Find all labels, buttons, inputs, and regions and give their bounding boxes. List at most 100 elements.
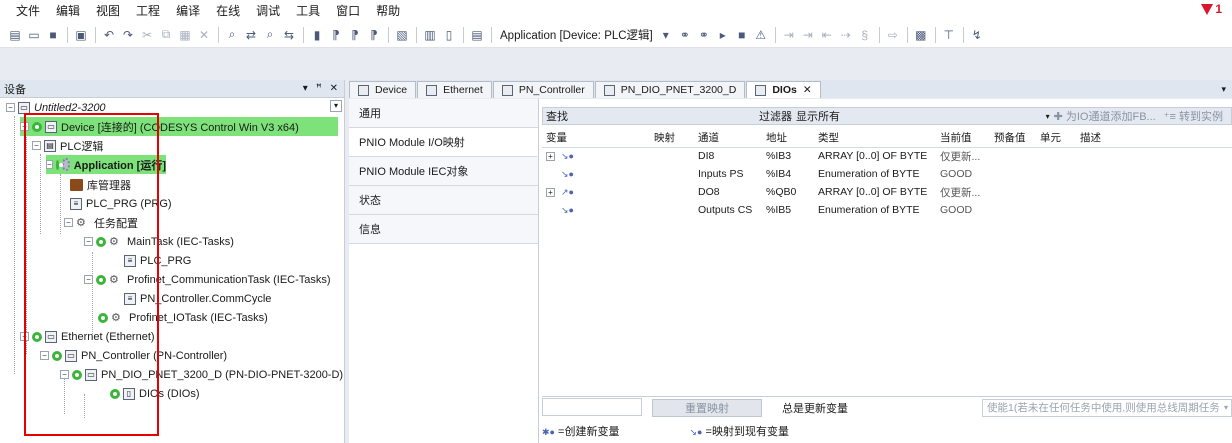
alarm-indicator[interactable]: 1 bbox=[1201, 2, 1222, 16]
col-unit[interactable]: 单元 bbox=[1036, 129, 1076, 148]
write-values-icon[interactable]: ⇨ bbox=[884, 26, 902, 44]
copy-icon[interactable]: ⧉ bbox=[157, 26, 175, 44]
variable-cell[interactable]: + ↘● bbox=[542, 147, 650, 165]
tree-scroll-icon[interactable]: ▾ bbox=[330, 100, 342, 112]
stop-icon[interactable]: ■ bbox=[733, 26, 751, 44]
tab-pn-controller[interactable]: PN_Controller bbox=[492, 81, 594, 98]
vtab-information[interactable]: 信息 bbox=[349, 215, 538, 244]
collapse-icon[interactable]: − bbox=[32, 141, 41, 150]
prepared-value-cell[interactable] bbox=[990, 201, 1036, 219]
print-icon[interactable]: ▣ bbox=[72, 26, 90, 44]
tab-dios[interactable]: DIOs ✕ bbox=[746, 81, 821, 98]
build-icon[interactable]: ▥ bbox=[421, 26, 439, 44]
table-row[interactable]: + ↗● DO8 %QB0 ARRAY [0..0] OF BYTE 仅更新... bbox=[542, 183, 1232, 201]
tree-node-pn-controller[interactable]: − ▭ PN_Controller (PN-Controller) bbox=[40, 346, 227, 365]
force-values-icon[interactable]: ▩ bbox=[912, 26, 930, 44]
step-out-icon[interactable]: ⇤ bbox=[818, 26, 836, 44]
menu-build[interactable]: 编译 bbox=[168, 0, 208, 22]
menu-project[interactable]: 工程 bbox=[128, 0, 168, 22]
always-update-select[interactable]: 使能1(若未在任何任务中使用,则使用总线周期任务 ▾ bbox=[982, 398, 1232, 417]
search-field[interactable] bbox=[542, 398, 642, 416]
col-description[interactable]: 描述 bbox=[1076, 129, 1232, 148]
bookmark-next-icon[interactable]: ⁋ bbox=[327, 26, 345, 44]
col-variable[interactable]: 变量 bbox=[542, 129, 650, 148]
scan-network-icon[interactable]: ↯ bbox=[968, 26, 986, 44]
table-row[interactable]: + ↘● DI8 %IB3 ARRAY [0..0] OF BYTE 仅更新... bbox=[542, 147, 1232, 165]
collapse-icon[interactable]: − bbox=[84, 275, 93, 284]
find-prev-icon[interactable]: ⇆ bbox=[280, 26, 298, 44]
tab-pn-dio[interactable]: PN_DIO_PNET_3200_D bbox=[594, 81, 746, 98]
find-icon[interactable]: ⌕ bbox=[223, 26, 241, 44]
tree-node-dios[interactable]: ▯ DIOs (DIOs) bbox=[110, 384, 200, 403]
goto-instance-button[interactable]: ⁺≡ 转到实例 bbox=[1164, 108, 1223, 124]
tree-node-plc-prg[interactable]: ≡ PLC_PRG (PRG) bbox=[70, 194, 172, 213]
cut-icon[interactable]: ✂ bbox=[138, 26, 156, 44]
tree-node-task-config[interactable]: − ⚙ 任务配置 bbox=[64, 213, 138, 232]
start-icon[interactable]: ▸ bbox=[714, 26, 732, 44]
tree-node-maintask[interactable]: − ⚙ MainTask (IEC-Tasks) bbox=[84, 232, 234, 251]
logout-icon[interactable]: ⚭ bbox=[695, 26, 713, 44]
find-next-icon[interactable]: ⌕ bbox=[261, 26, 279, 44]
tree-node-profinet-comm-task[interactable]: − ⚙ Profinet_CommunicationTask (IEC-Task… bbox=[84, 270, 331, 289]
collapse-icon[interactable]: − bbox=[40, 351, 49, 360]
collapse-icon[interactable]: − bbox=[60, 370, 69, 379]
tab-overflow-icon[interactable]: ▾ bbox=[1221, 84, 1232, 95]
unforce-icon[interactable]: ⊤ bbox=[940, 26, 958, 44]
menu-file[interactable]: 文件 bbox=[8, 0, 48, 22]
collapse-icon[interactable]: − bbox=[20, 122, 29, 131]
breakpoint-icon[interactable]: § bbox=[856, 26, 874, 44]
menu-online[interactable]: 在线 bbox=[208, 0, 248, 22]
col-channel[interactable]: 通道 bbox=[694, 129, 762, 148]
tab-ethernet[interactable]: Ethernet bbox=[417, 81, 492, 98]
variable-cell[interactable]: ↘● bbox=[542, 165, 650, 183]
bookmark-clear-icon[interactable]: ⁋ bbox=[365, 26, 383, 44]
tree-node-ethernet[interactable]: − ▭ Ethernet (Ethernet) bbox=[20, 327, 155, 346]
new-project-icon[interactable]: ▤ bbox=[6, 26, 24, 44]
replace-icon[interactable]: ⇄ bbox=[242, 26, 260, 44]
menu-debug[interactable]: 调试 bbox=[248, 0, 288, 22]
menu-view[interactable]: 视图 bbox=[88, 0, 128, 22]
step-into-icon[interactable]: ⇥ bbox=[799, 26, 817, 44]
collapse-icon[interactable]: − bbox=[20, 332, 29, 341]
collapse-icon[interactable]: − bbox=[64, 218, 73, 227]
filter-dropdown-icon[interactable]: ▾ bbox=[1046, 112, 1050, 121]
col-type[interactable]: 类型 bbox=[814, 129, 936, 148]
pin-icon[interactable]: ꟸ bbox=[316, 83, 322, 94]
tree-node-plc-prg-call[interactable]: ≡ PLC_PRG bbox=[124, 251, 191, 270]
add-object-icon[interactable]: ▯ bbox=[440, 26, 458, 44]
menu-tools[interactable]: 工具 bbox=[288, 0, 328, 22]
collapse-icon[interactable]: − bbox=[6, 103, 15, 112]
reset-icon[interactable]: ⚠ bbox=[752, 26, 770, 44]
prepared-value-cell[interactable] bbox=[990, 183, 1036, 201]
login-icon[interactable]: ⚭ bbox=[676, 26, 694, 44]
vtab-status[interactable]: 状态 bbox=[349, 186, 538, 215]
combo-dropdown-icon[interactable]: ▾ bbox=[657, 26, 675, 44]
close-icon[interactable]: ✕ bbox=[330, 83, 338, 94]
menu-help[interactable]: 帮助 bbox=[368, 0, 408, 22]
col-current-value[interactable]: 当前值 bbox=[936, 129, 990, 148]
save-icon[interactable]: ■ bbox=[44, 26, 62, 44]
redo-icon[interactable]: ↷ bbox=[119, 26, 137, 44]
find-field[interactable]: 查找 bbox=[543, 108, 753, 124]
active-application-combo[interactable]: Application [Device: PLC逻辑] bbox=[500, 27, 653, 43]
tree-node-pn-dio[interactable]: − ▭ PN_DIO_PNET_3200_D (PN-DIO-PNET-3200… bbox=[60, 365, 343, 384]
expand-icon[interactable]: + bbox=[546, 152, 555, 162]
tab-device[interactable]: Device bbox=[349, 81, 417, 98]
reset-mapping-button[interactable]: 重置映射 bbox=[652, 398, 762, 417]
tree-node-library-manager[interactable]: 库管理器 bbox=[70, 175, 131, 194]
tree-node-application[interactable]: − Application [运行] bbox=[46, 155, 166, 174]
menu-edit[interactable]: 编辑 bbox=[48, 0, 88, 22]
pane-dropdown-icon[interactable]: ▾ bbox=[303, 83, 308, 94]
vtab-iec-objects[interactable]: PNIO Module IEC对象 bbox=[349, 157, 538, 186]
tree-node-plc-logic[interactable]: − ▤ PLC逻辑 bbox=[32, 136, 103, 155]
table-row[interactable]: ↘● Inputs PS %IB4 Enumeration of BYTE GO… bbox=[542, 165, 1232, 183]
tree-node-profinet-io-task[interactable]: ⚙ Profinet_IOTask (IEC-Tasks) bbox=[98, 308, 268, 327]
bookmark-icon[interactable]: ▮ bbox=[308, 26, 326, 44]
vtab-io-mapping[interactable]: PNIO Module I/O映射 bbox=[349, 128, 538, 157]
col-mapping[interactable]: 映射 bbox=[650, 129, 694, 148]
filter-select[interactable]: 显示所有 bbox=[796, 108, 976, 124]
prepared-value-cell[interactable] bbox=[990, 147, 1036, 165]
collapse-icon[interactable]: − bbox=[46, 160, 53, 169]
col-address[interactable]: 地址 bbox=[762, 129, 814, 148]
tree-node-commcycle[interactable]: ≡ PN_Controller.CommCycle bbox=[124, 289, 271, 308]
